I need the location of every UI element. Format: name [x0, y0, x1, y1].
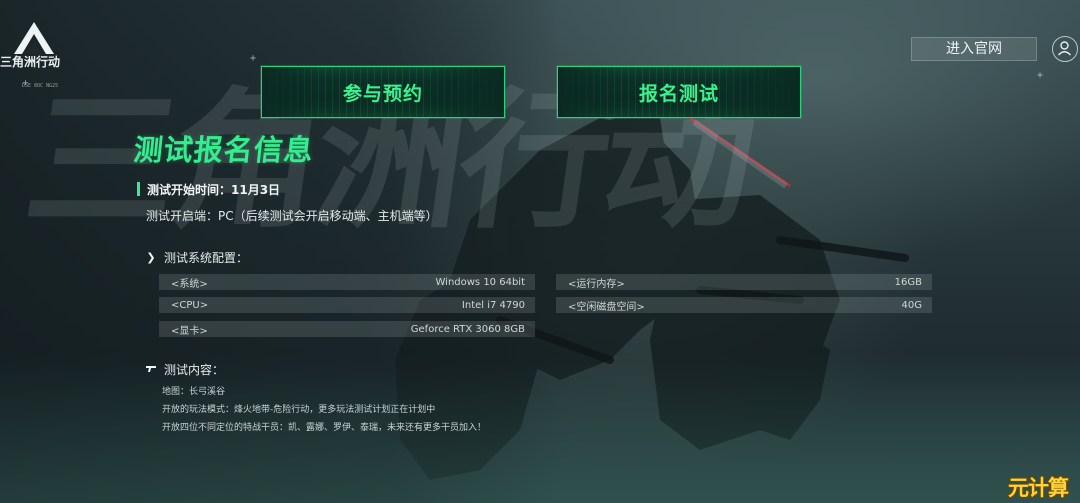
spec-key: <系统> [171, 278, 208, 290]
content-line: 开放的玩法模式：烽火地带-危险行动，更多玩法测试计划正在计划中 [162, 405, 436, 415]
spec-key: <显卡> [171, 325, 208, 337]
test-content-title: 测试内容： [164, 363, 225, 377]
test-content-heading: 测试内容： [146, 361, 224, 378]
spec-value: Intel i7 4790 [461, 299, 525, 311]
spec-value: 40G [901, 299, 922, 311]
rifle-icon [146, 366, 156, 372]
test-platform: 测试开启端：PC（后续测试会开启移动端、主机端等） [146, 209, 438, 223]
person-icon [1057, 41, 1072, 56]
spec-value: Windows 10 64bit [435, 276, 526, 288]
corner-mark: + [250, 53, 257, 64]
watermark: 元计算 [1008, 476, 1069, 500]
chevron-right-icon: ❯ [146, 251, 156, 264]
signup-button-label: 报名测试 [638, 82, 719, 105]
spec-row: <空闲磁盘空间> 40G [556, 297, 932, 313]
gun-icon [146, 363, 156, 376]
system-config-heading: ❯ 测试系统配置： [146, 249, 248, 266]
spec-row: <运行内存> 16GB [556, 274, 932, 290]
spec-key: <CPU> [171, 299, 209, 311]
content-line: 地图：长弓溪谷 [162, 387, 226, 397]
user-icon[interactable] [1052, 36, 1078, 62]
test-date-row: 测试开始时间：11月3日 [137, 181, 280, 197]
accent-bar [137, 182, 140, 196]
page-title: 测试报名信息 [132, 133, 316, 167]
reserve-button-label: 参与预约 [342, 82, 423, 105]
spec-row: <系统> Windows 10 64bit [159, 274, 535, 290]
test-date: 测试开始时间：11月3日 [147, 182, 281, 197]
logo-subtext: DSE 8OC NG25 [22, 83, 59, 89]
corner-mark: + [1037, 70, 1044, 81]
system-config-title: 测试系统配置： [164, 251, 249, 265]
spec-key: <空闲磁盘空间> [568, 301, 645, 313]
signup-test-button[interactable]: 报名测试 [557, 66, 801, 118]
spec-value: Geforce RTX 3060 8GB [410, 323, 525, 335]
content-line: 开放四位不同定位的特战干员：凯、露娜、罗伊、泰瑞，未来还有更多干员加入！ [162, 423, 487, 433]
spec-row: <CPU> Intel i7 4790 [159, 297, 535, 313]
spec-key: <运行内存> [568, 278, 625, 290]
reserve-button[interactable]: 参与预约 [261, 66, 505, 118]
logo-text: 三角洲行动 [0, 55, 61, 69]
spec-value: 16GB [894, 276, 922, 288]
spec-row: <显卡> Geforce RTX 3060 8GB [159, 321, 535, 337]
enter-official-site-button[interactable]: 进入官网 [911, 37, 1037, 61]
